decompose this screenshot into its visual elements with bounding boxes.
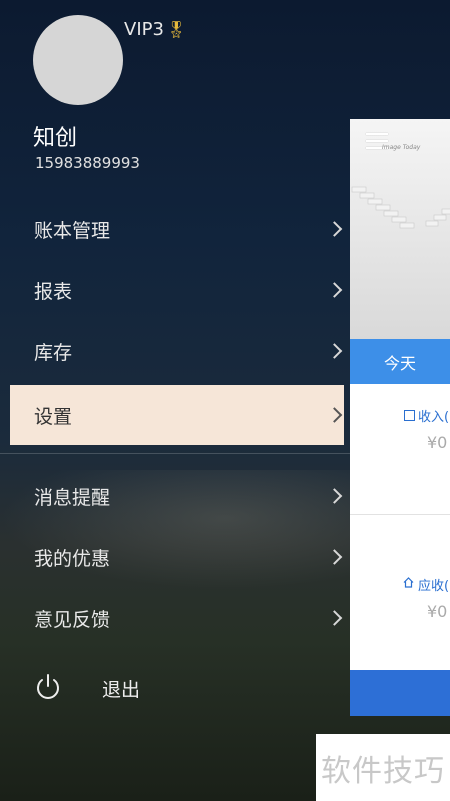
- logout-button[interactable]: 退出: [102, 675, 140, 702]
- tab-today[interactable]: 今天: [350, 339, 450, 384]
- stairs-graphic: [351, 186, 450, 229]
- user-phone: 15983889993: [35, 154, 140, 172]
- user-name: 知创: [33, 126, 78, 151]
- power-icon[interactable]: [33, 672, 63, 702]
- menu-item-label: 库存: [34, 341, 73, 364]
- chevron-right-icon: [326, 610, 343, 626]
- menu-item-reports[interactable]: 报表: [10, 260, 344, 320]
- menu-item-ledger[interactable]: 账本管理: [10, 199, 344, 259]
- menu-item-label: 设置: [34, 405, 73, 428]
- vip-label: VIP3: [124, 19, 164, 40]
- banner-image: Image Today: [350, 119, 450, 339]
- chevron-right-icon: [326, 407, 343, 423]
- menu-item-notifications[interactable]: 消息提醒: [10, 466, 344, 526]
- menu-item-label: 我的优惠: [34, 547, 111, 570]
- banner-text: Image Today: [382, 144, 421, 151]
- medal-icon: 🎖: [165, 20, 187, 39]
- menu-item-offers[interactable]: 我的优惠: [10, 527, 344, 587]
- menu-item-label: 消息提醒: [34, 486, 111, 509]
- menu-item-feedback[interactable]: 意见反馈: [10, 588, 344, 648]
- income-value: ¥0: [427, 433, 448, 452]
- home-icon: [403, 577, 414, 588]
- receivable-label: 应收(: [418, 579, 450, 594]
- menu-item-label: 意见反馈: [34, 608, 111, 631]
- income-label: 收入(: [418, 410, 450, 425]
- income-icon: [404, 410, 415, 421]
- avatar[interactable]: [33, 15, 123, 105]
- menu-item-settings[interactable]: 设置: [10, 385, 344, 445]
- card-divider: [350, 514, 450, 515]
- chevron-right-icon: [326, 221, 343, 237]
- receivable-value: ¥0: [427, 602, 448, 621]
- watermark: 软件技巧: [316, 734, 450, 801]
- bottom-action-bar[interactable]: [350, 670, 450, 716]
- menu-item-label: 报表: [34, 280, 73, 303]
- menu-item-inventory[interactable]: 库存: [10, 321, 344, 381]
- vip-badge: VIP3 🎖: [124, 19, 186, 40]
- chevron-right-icon: [326, 343, 343, 359]
- menu-item-label: 账本管理: [34, 219, 111, 242]
- chevron-right-icon: [326, 549, 343, 565]
- menu-divider: [0, 453, 350, 454]
- chevron-right-icon: [326, 282, 343, 298]
- chevron-right-icon: [326, 488, 343, 504]
- main-content-panel[interactable]: Image Today 今天 收入( ¥0 应收( ¥0: [350, 119, 450, 716]
